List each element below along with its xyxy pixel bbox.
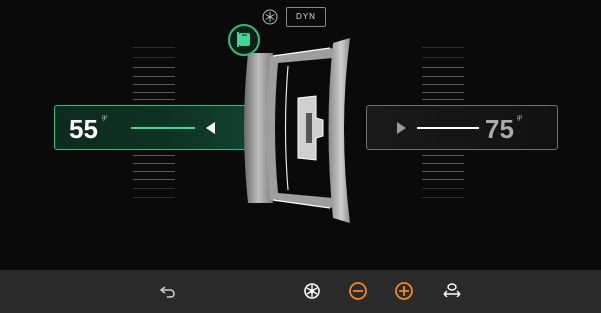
rim-cross-section <box>244 38 350 223</box>
left-plane-indicator-line <box>131 127 195 129</box>
minus-circle-icon[interactable] <box>346 279 370 303</box>
left-plane-panel[interactable]: 55 gr <box>54 105 250 150</box>
wheel-width-icon[interactable] <box>440 279 464 303</box>
right-plane-value: 75 <box>485 114 514 144</box>
bottom-toolbar <box>0 270 601 313</box>
right-plane-unit: gr <box>517 115 523 121</box>
balancer-screen: DYN 55 gr 75 gr <box>0 0 601 313</box>
weight-type-button[interactable] <box>228 24 260 56</box>
wheel-settings-icon[interactable] <box>300 279 324 303</box>
plus-circle-icon[interactable] <box>392 279 416 303</box>
left-plane-value: 55 <box>69 114 98 144</box>
adhesive-weight-icon <box>237 32 250 47</box>
snowflake-wheel-icon[interactable] <box>262 9 278 25</box>
triangle-left-icon <box>206 122 215 134</box>
right-plane-panel[interactable]: 75 gr <box>366 105 558 150</box>
mode-badge[interactable]: DYN <box>286 7 326 27</box>
right-plane-indicator-line <box>417 127 479 129</box>
back-arrow-icon[interactable] <box>156 279 180 303</box>
triangle-right-icon <box>397 122 406 134</box>
left-plane-unit: gr <box>102 115 108 121</box>
mode-label: DYN <box>296 12 316 21</box>
top-bar: DYN <box>0 0 601 30</box>
